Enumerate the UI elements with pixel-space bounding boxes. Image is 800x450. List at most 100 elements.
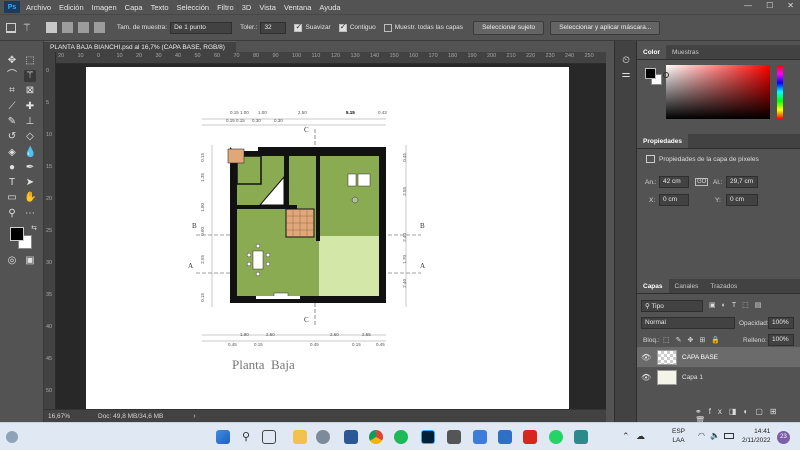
fill-input[interactable]: 100% — [768, 334, 794, 346]
menu-3d[interactable]: 3D — [242, 3, 252, 12]
start-button-icon[interactable] — [216, 430, 230, 444]
blend-mode-select[interactable]: Normal — [641, 317, 735, 329]
add-selection-icon[interactable] — [61, 22, 73, 33]
magic-wand-tool-icon[interactable]: ⚚ — [22, 21, 32, 34]
history-panel-icon[interactable]: ⏲ — [620, 55, 632, 67]
menu-ayuda[interactable]: Ayuda — [319, 3, 340, 12]
tray-cloud-icon[interactable]: ☁ — [636, 431, 645, 442]
adjustments-panel-icon[interactable]: ⚌ — [620, 69, 632, 81]
more-tools-icon[interactable]: ⋯ — [24, 208, 36, 220]
document-tab[interactable]: PLANTA BAJA BIANCHI.psd al 16,7% (CAPA B… — [44, 41, 236, 58]
panel-foreground-swatch[interactable] — [645, 68, 656, 79]
notification-badge[interactable]: 23 — [777, 431, 790, 444]
app-icon-2[interactable] — [498, 430, 512, 444]
menu-ventana[interactable]: Ventana — [284, 3, 312, 12]
maximize-button[interactable]: ☐ — [766, 1, 773, 10]
tolerance-input[interactable]: 32 — [260, 21, 287, 34]
path-selection-icon[interactable]: ➤ — [24, 177, 36, 189]
clone-stamp-icon[interactable]: ⊥ — [24, 116, 36, 128]
weather-icon[interactable] — [6, 431, 18, 443]
tab-layers[interactable]: Capas — [637, 279, 669, 293]
clock[interactable]: 14:41 2/11/2022 — [742, 427, 770, 445]
home-icon[interactable] — [6, 22, 16, 33]
pen-tool-icon[interactable]: ✒ — [24, 162, 36, 174]
filter-icons[interactable]: ▣◐T⬚▤ — [709, 301, 767, 309]
tab-swatches[interactable]: Muestras — [666, 45, 705, 59]
tray-chevron-icon[interactable]: ⌃ — [622, 431, 630, 442]
menu-texto[interactable]: Texto — [151, 3, 169, 12]
word-icon[interactable] — [344, 430, 358, 444]
select-and-mask-button[interactable]: Seleccionar y aplicar máscara... — [550, 20, 661, 35]
dodge-tool-icon[interactable]: ● — [6, 162, 18, 174]
volume-icon[interactable]: 🔈 — [710, 431, 720, 440]
zoom-level[interactable]: 16,67% — [48, 413, 84, 420]
app-icon-1[interactable] — [473, 430, 487, 444]
brush-tool-icon[interactable]: ✎ — [6, 116, 18, 128]
battery-icon[interactable] — [724, 433, 734, 439]
crop-tool-icon[interactable]: ⌗ — [6, 85, 18, 97]
spotify-icon[interactable] — [394, 430, 408, 444]
layer-name[interactable]: Capa 1 — [682, 374, 703, 381]
layer-row-capa-base[interactable]: 👁 CAPA BASE — [637, 347, 800, 367]
search-icon[interactable]: ⚲ — [239, 430, 253, 444]
language-indicator[interactable]: ESP LAA — [672, 427, 685, 445]
visibility-eye-icon[interactable]: 👁 — [641, 353, 651, 362]
task-view-icon[interactable] — [262, 430, 276, 444]
tab-paths[interactable]: Trazados — [704, 279, 743, 293]
sample-size-select[interactable]: De 1 punto — [170, 21, 233, 34]
menu-imagen[interactable]: Imagen — [92, 3, 117, 12]
minimize-button[interactable]: — — [744, 1, 752, 10]
close-button[interactable]: ✕ — [787, 1, 794, 10]
rectangle-tool-icon[interactable]: ▭ — [6, 192, 18, 204]
frame-tool-icon[interactable]: ⊠ — [24, 85, 36, 97]
settings-icon[interactable] — [316, 430, 330, 444]
file-explorer-icon[interactable] — [293, 430, 307, 444]
hue-slider[interactable] — [777, 65, 783, 119]
eraser-tool-icon[interactable]: ◇ — [24, 131, 36, 143]
layer-filter-select[interactable]: ⚲ Tipo — [641, 300, 703, 312]
visibility-eye-icon[interactable]: 👁 — [641, 373, 651, 382]
y-input[interactable]: 0 cm — [726, 194, 758, 206]
opacity-input[interactable]: 100% — [768, 317, 794, 329]
quick-mask-icon[interactable]: ◎ — [6, 255, 18, 267]
lasso-tool-icon[interactable]: ⌒ — [6, 70, 18, 82]
document-size-info[interactable]: Doc: 49,8 MB/34,6 MB — [98, 413, 163, 420]
magic-wand-tool-icon[interactable]: ⚚ — [24, 70, 36, 82]
tab-channels[interactable]: Canales — [669, 279, 705, 293]
subtract-selection-icon[interactable] — [77, 22, 89, 33]
link-dimensions-icon[interactable]: GO — [695, 178, 709, 186]
wifi-icon[interactable]: ◠ — [698, 431, 705, 440]
zoom-tool-icon[interactable]: ⚲ — [6, 208, 18, 220]
select-subject-button[interactable]: Seleccionar sujeto — [473, 20, 545, 35]
hand-tool-icon[interactable]: ✋ — [24, 192, 36, 204]
menu-edicion[interactable]: Edición — [59, 3, 84, 12]
tab-properties[interactable]: Propiedades — [637, 134, 689, 148]
blur-tool-icon[interactable]: 💧 — [24, 147, 36, 159]
height-input[interactable]: 29,7 cm — [726, 176, 758, 188]
new-selection-icon[interactable] — [45, 22, 57, 33]
photos-icon[interactable] — [574, 430, 588, 444]
chrome-icon[interactable] — [369, 430, 383, 444]
menu-seleccion[interactable]: Selección — [177, 3, 210, 12]
marquee-tool-icon[interactable]: ⬚ — [24, 55, 36, 67]
menu-filtro[interactable]: Filtro — [217, 3, 234, 12]
menu-archivo[interactable]: Archivo — [26, 3, 51, 12]
status-menu-chevron-icon[interactable]: › — [193, 413, 195, 420]
document-page[interactable]: 0.15 1.00 1.00 2.50 5.15 0.43 0.15 0.15 … — [86, 67, 569, 410]
intersect-selection-icon[interactable] — [93, 22, 105, 33]
layer-row-capa-1[interactable]: 👁 Capa 1 — [637, 367, 800, 387]
menu-vista[interactable]: Vista — [259, 3, 276, 12]
lock-icons[interactable]: ⬚✎✥⊞🔒 — [663, 336, 726, 344]
paint-bucket-icon[interactable]: ◈ — [6, 147, 18, 159]
swap-colors-icon[interactable]: ⇆ — [28, 223, 40, 235]
menu-capa[interactable]: Capa — [125, 3, 143, 12]
x-input[interactable]: 0 cm — [659, 194, 689, 206]
calculator-icon[interactable] — [447, 430, 461, 444]
foreground-color-swatch[interactable] — [10, 227, 24, 241]
tab-color[interactable]: Color — [637, 45, 666, 59]
color-spectrum-field[interactable] — [666, 65, 770, 119]
history-brush-icon[interactable]: ↺ — [6, 131, 18, 143]
photoshop-taskbar-icon[interactable] — [421, 430, 435, 444]
contiguous-checkbox[interactable] — [338, 22, 347, 32]
whatsapp-icon[interactable] — [549, 430, 563, 444]
